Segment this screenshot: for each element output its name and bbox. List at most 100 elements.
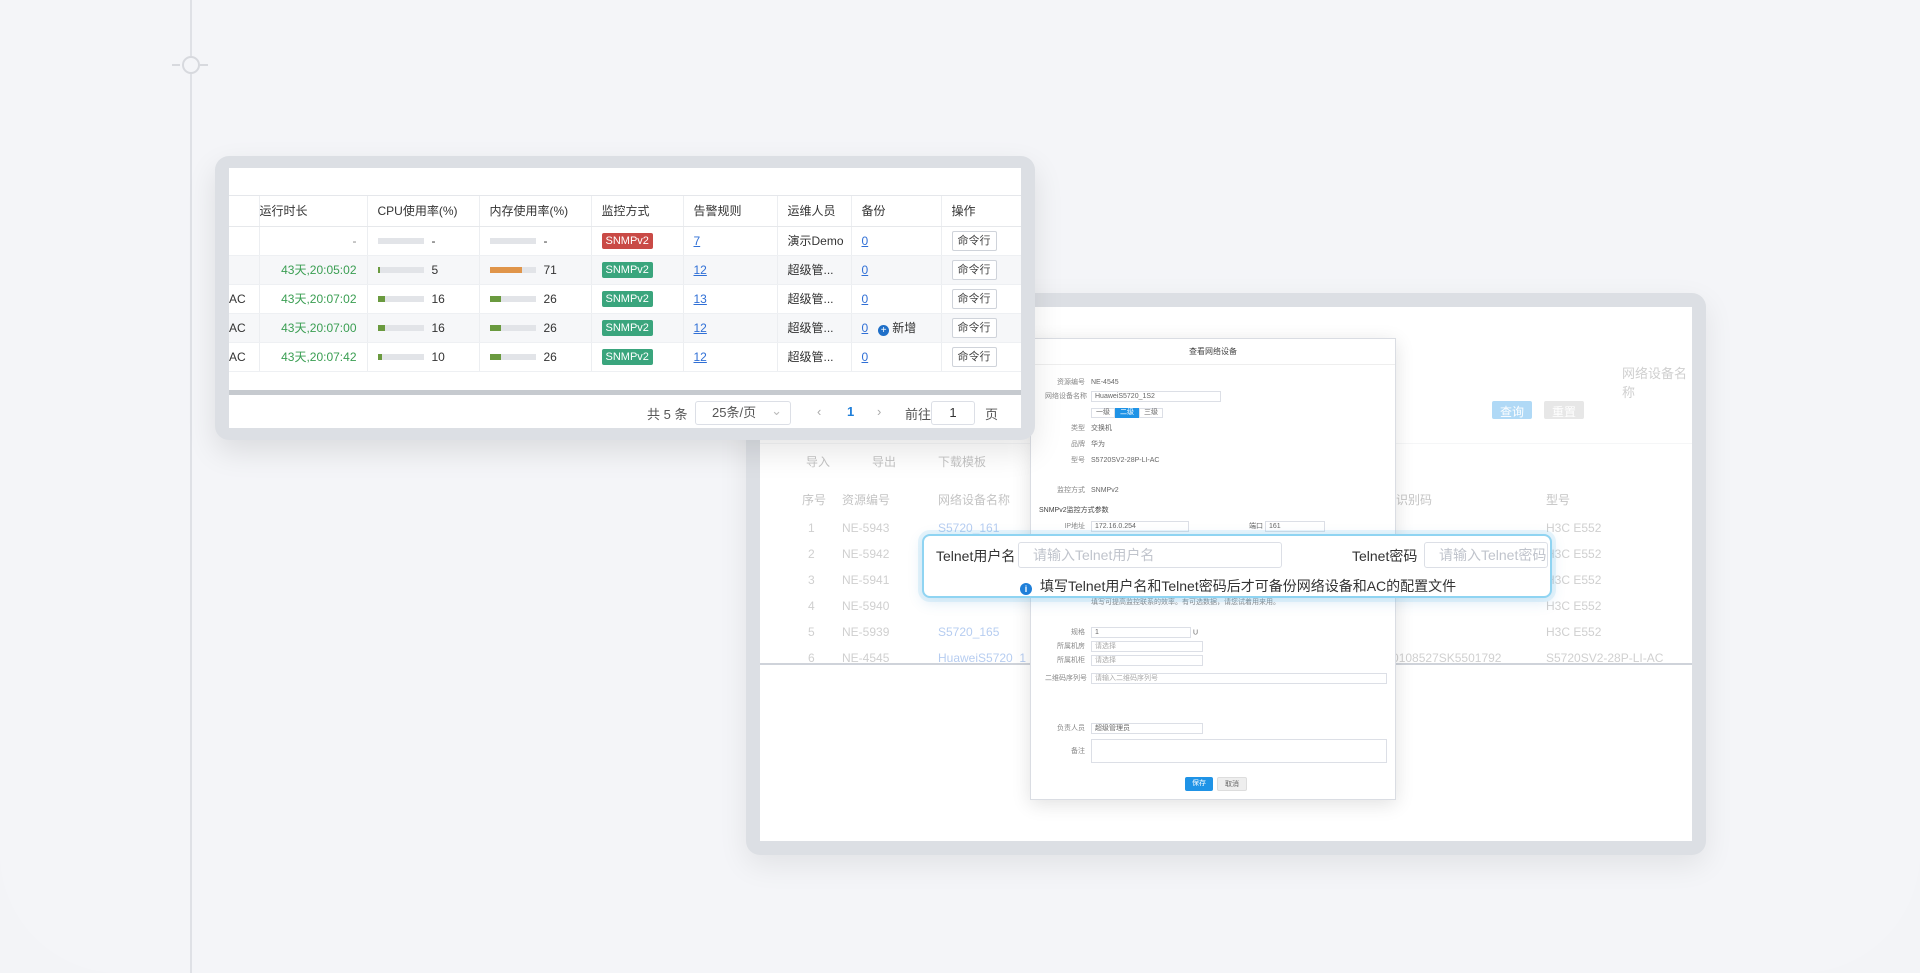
backup-link[interactable]: 0	[862, 234, 869, 248]
command-line-button[interactable]: 命令行	[951, 317, 997, 338]
query-button[interactable]: 查询	[1492, 401, 1533, 419]
reset-button[interactable]: 重置	[1544, 401, 1585, 419]
monitor-table-window: 运行时长 CPU使用率(%) 内存使用率(%) 监控方式 告警规则 运维人员 备…	[215, 156, 1035, 440]
backup-link[interactable]: 0	[862, 350, 869, 364]
alarm-rule-link[interactable]: 12	[694, 321, 707, 335]
monitor-tag: SNMPv2	[601, 348, 653, 365]
field-label: IP地址	[1064, 523, 1085, 531]
col-action: 操作	[941, 196, 1021, 227]
row-resource-id: NE-5940	[842, 599, 890, 613]
backup-cell: 0 + 新增	[851, 313, 942, 343]
field-monitor: 监控方式 SNMPv2	[1045, 485, 1119, 497]
alarm-cell: 7	[683, 226, 778, 256]
cpu-usage-fill	[377, 325, 385, 332]
table-row: AC 43天,20:07:00 16 26 SNMPv2 12 超级管... 0 + 新增 命令行	[229, 313, 1021, 343]
chevron-down-icon: ⌄	[771, 403, 782, 418]
height-unit: U	[1192, 629, 1199, 637]
row-resource-id: NE-5939	[842, 625, 890, 639]
telnet-username-input[interactable]: 请输入Telnet用户名	[1018, 542, 1282, 568]
command-line-button[interactable]: 命令行	[951, 346, 997, 367]
goto-page-input[interactable]: 1	[931, 401, 975, 425]
timeline-line	[190, 0, 192, 973]
mem-cell: 71	[479, 255, 592, 285]
cpu-usage-bar	[377, 267, 424, 274]
field-label: 类型	[1071, 425, 1085, 432]
row-resource-id: NE-5942	[842, 547, 890, 561]
backup-cell: 0	[851, 226, 942, 256]
add-backup-button[interactable]: + 新增	[878, 321, 917, 336]
row-no: 4	[808, 599, 815, 613]
toolbar-import[interactable]: 导入	[806, 453, 830, 470]
mem-cell: 26	[479, 284, 592, 314]
device-name-input[interactable]: HuaweiS5720_1S2	[1091, 391, 1221, 402]
field-value: S5720SV2-28P-LI-AC	[1091, 457, 1160, 464]
owner-select[interactable]: 超级管理员	[1091, 723, 1203, 734]
cabinet-select[interactable]: 请选择	[1091, 655, 1203, 666]
level-option-2[interactable]: 二级	[1115, 408, 1139, 418]
table-row: AC 43天,20:07:02 16 26 SNMPv2 13 超级管... 0 命令行	[229, 284, 1021, 314]
timeline-tick-left	[172, 64, 180, 66]
height-input[interactable]: 1	[1091, 627, 1191, 638]
pagination: 共 5 条 25条/页 ⌄ ‹ 1 › 前往 1 页	[229, 396, 1021, 426]
command-line-button[interactable]: 命令行	[951, 288, 997, 309]
toolbar-download-template[interactable]: 下载模板	[938, 453, 986, 470]
remark-textarea[interactable]	[1091, 739, 1387, 763]
field-value: 交换机	[1091, 425, 1112, 432]
snmp-section-title: SNMPv2监控方式参数	[1039, 507, 1109, 514]
qr-input[interactable]: 请输入二维码序列号	[1091, 673, 1387, 684]
mem-usage-fill	[489, 296, 502, 303]
alarm-rule-link[interactable]: 12	[694, 350, 707, 364]
backup-link[interactable]: 0	[862, 263, 869, 277]
ip-input[interactable]: 172.16.0.254	[1091, 521, 1189, 532]
alarm-cell: 12	[683, 342, 778, 372]
backup-link[interactable]: 0	[862, 292, 869, 306]
timeline-tick-right	[200, 64, 208, 66]
cancel-button[interactable]: 取消	[1217, 777, 1247, 791]
telnet-password-input[interactable]: 请输入Telnet密码	[1424, 542, 1548, 568]
page-size-value: 25条/页	[712, 405, 757, 420]
cpu-cell: 16	[367, 284, 480, 314]
monitor-tag: SNMPv2	[601, 232, 653, 249]
field-value: NE-4545	[1091, 379, 1119, 386]
ops-cell: 超级管...	[777, 342, 852, 372]
field-model: 型号 S5720SV2-28P-LI-AC	[1045, 455, 1159, 467]
field-label: 规格	[1071, 629, 1085, 637]
row-resource-id: NE-5943	[842, 521, 890, 535]
row-model: H3C E552	[1546, 573, 1602, 587]
room-select[interactable]: 请选择	[1091, 641, 1203, 652]
prev-page-icon[interactable]: ‹	[817, 404, 821, 419]
field-label: 二维码序列号	[1045, 675, 1087, 683]
backup-cell: 0	[851, 284, 942, 314]
alarm-rule-link[interactable]: 7	[694, 234, 701, 248]
col-backup: 备份	[851, 196, 942, 227]
pager-total: 共 5 条	[647, 407, 688, 422]
alarm-rule-link[interactable]: 13	[694, 292, 707, 306]
col-resource-id: 资源编号	[842, 493, 891, 507]
ops-cell: 超级管...	[777, 313, 852, 343]
cpu-cell: 10	[367, 342, 480, 372]
command-line-button[interactable]: 命令行	[951, 230, 997, 251]
row-device-name[interactable]: S5720_165	[938, 625, 999, 639]
add-backup-label: 新增	[892, 321, 917, 335]
col-prefix	[229, 196, 260, 227]
table-row: 43天,20:05:02 5 71 SNMPv2 12 超级管... 0 命令行	[229, 255, 1021, 285]
level-option-3[interactable]: 三级	[1139, 408, 1163, 418]
row-model: H3C E552	[1546, 521, 1602, 535]
save-button[interactable]: 保存	[1185, 777, 1213, 791]
alarm-rule-link[interactable]: 12	[694, 263, 707, 277]
field-remark: 备注	[1045, 739, 1387, 763]
current-page[interactable]: 1	[847, 404, 854, 419]
next-page-icon[interactable]: ›	[877, 404, 881, 419]
level-option-1[interactable]: 一级	[1091, 408, 1115, 418]
row-device-name[interactable]: S5720_161	[938, 521, 999, 535]
cpu-usage-bar	[377, 296, 424, 303]
page-size-select[interactable]: 25条/页 ⌄	[695, 401, 791, 425]
toolbar-export[interactable]: 导出	[872, 453, 896, 470]
command-line-button[interactable]: 命令行	[951, 259, 997, 280]
horizontal-scrollbar[interactable]	[229, 390, 1021, 395]
mem-value: 71	[543, 262, 557, 277]
field-value: SNMPv2	[1091, 487, 1119, 494]
port-input[interactable]: 161	[1264, 521, 1325, 532]
backup-link[interactable]: 0	[862, 321, 869, 335]
col-mem: 内存使用率(%)	[479, 196, 592, 227]
